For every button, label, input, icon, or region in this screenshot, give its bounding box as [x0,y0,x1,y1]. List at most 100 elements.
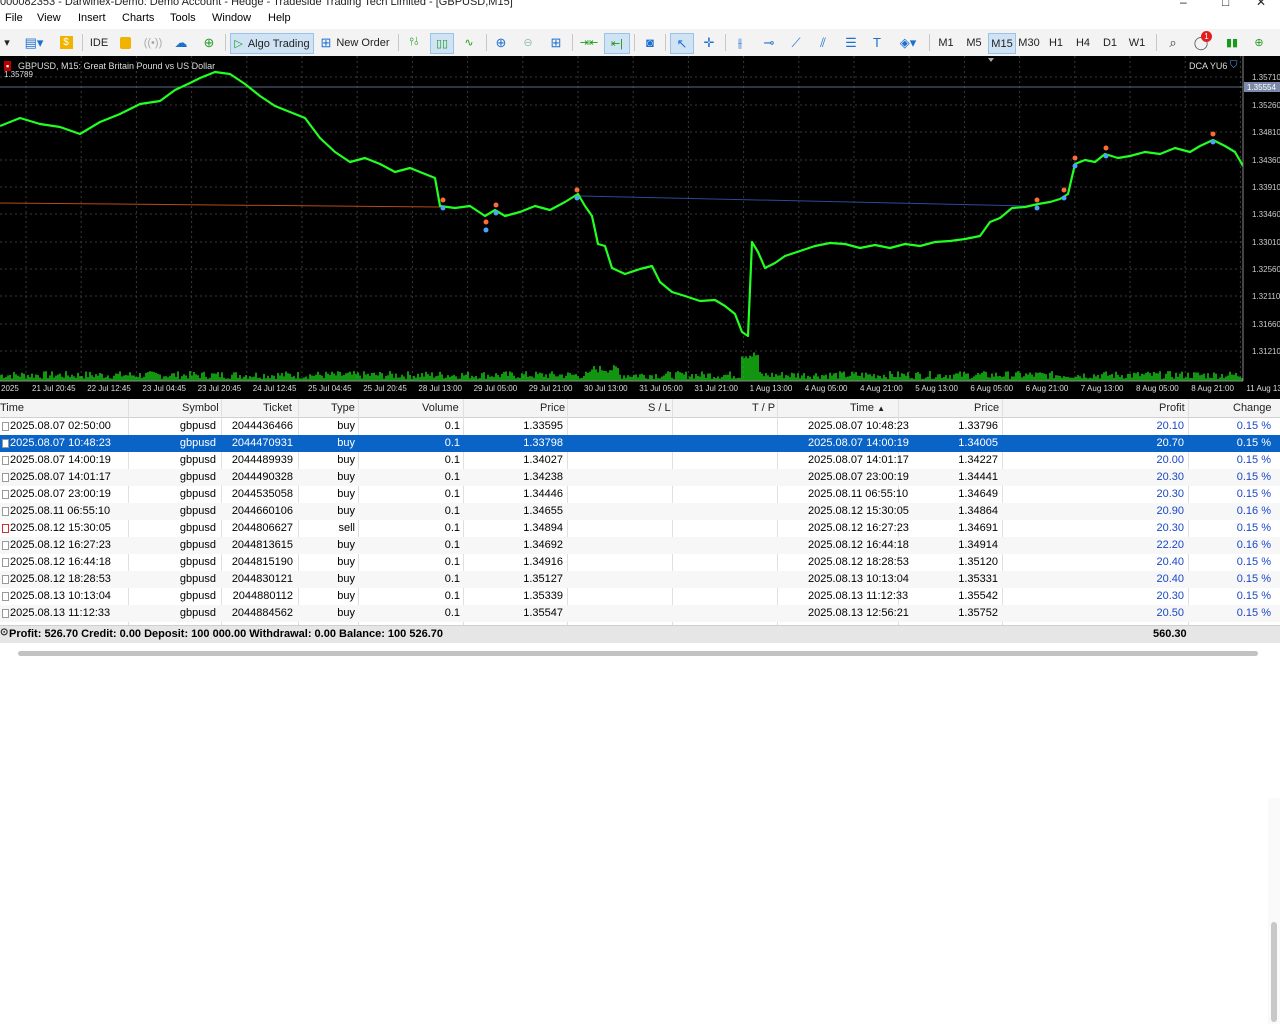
candlestick-icon[interactable]: ▯▯ [430,33,454,54]
table-row[interactable]: 2025.08.13 10:13:04 gbpusd 2044880112 buy 0.… [0,588,1280,605]
table-row[interactable]: 2025.08.11 06:55:10 gbpusd 2044660106 buy 0.… [0,503,1280,520]
col-sl[interactable]: S / L [648,402,671,414]
horizontal-scrollbar[interactable] [0,643,1280,663]
timeframe-d1[interactable]: D1 [1099,33,1121,52]
col-change[interactable]: Change [1233,402,1272,414]
signal-strength-icon[interactable]: ▮▮ [1222,33,1242,52]
col-profit[interactable]: Profit [1159,402,1185,414]
cell-profit: 20.70 [1156,437,1184,449]
col-volume[interactable]: Volume [422,402,459,414]
new-order-button[interactable]: ⊞ New Order [318,33,392,52]
cloud-icon[interactable]: ☁ [170,33,192,52]
chart-template-icon[interactable]: ▤▾ [20,33,48,52]
table-row[interactable]: 2025.08.12 16:44:18 gbpusd 2044815190 buy 0.… [0,554,1280,571]
menu-charts[interactable]: Charts [122,12,154,24]
summary-arrow-icon: ⊙ [0,627,9,638]
table-row[interactable]: 2025.08.07 14:01:17 gbpusd 2044490328 buy 0.… [0,469,1280,486]
col-symbol[interactable]: Symbol [182,402,219,414]
ide-button[interactable]: IDE [88,33,110,52]
deal-icon [2,456,9,465]
cursor-icon[interactable]: ↖ [670,33,694,54]
col-type[interactable]: Type [331,402,355,414]
crosshair-icon[interactable]: ✛ [698,33,720,52]
cell-close-time: 2025.08.13 11:12:33 [808,590,909,602]
col-open-time[interactable]: Time [0,402,24,414]
cell-profit: 20.30 [1156,522,1184,534]
menu-insert[interactable]: Insert [78,12,106,24]
table-row[interactable]: 2025.08.07 02:50:00 gbpusd 2044436466 buy 0.… [0,418,1280,435]
search-icon[interactable]: ⌕ [1163,33,1183,52]
timeframe-m15[interactable]: M15 [988,33,1016,54]
col-close-time[interactable]: Time ▲ [850,402,885,414]
channel-icon[interactable]: ⫽ [812,33,834,52]
horizontal-line-icon[interactable]: ⊸ [758,33,780,52]
zoom-out-icon[interactable]: ⊖ [518,33,538,52]
menu-help[interactable]: Help [268,12,291,24]
menu-file[interactable]: File [5,12,23,24]
tile-windows-icon[interactable]: ⊞ [546,33,566,52]
horizontal-scroll-thumb[interactable] [18,651,1258,656]
bar-chart-icon[interactable]: ⫯⫰ [404,33,424,52]
vertical-line-icon[interactable]: ⫲ [730,33,750,52]
cell-symbol: gbpusd [179,488,216,500]
cell-type: buy [337,590,355,602]
timeframe-m5[interactable]: M5 [962,33,986,52]
line-chart-icon[interactable]: ∿ [458,33,480,52]
col-tp[interactable]: T / P [752,402,775,414]
signal-icon[interactable]: ((•)) [143,33,163,52]
table-row[interactable]: 2025.08.12 15:30:05 gbpusd 2044806627 sell 0… [0,520,1280,537]
vps-icon[interactable]: ⊕ [198,33,220,52]
minimize-icon[interactable]: – [1180,0,1187,9]
table-row[interactable]: 2025.08.12 16:27:23 gbpusd 2044813615 buy 0.… [0,537,1280,554]
table-row[interactable]: 2025.08.13 11:12:33 gbpusd 2044884562 buy 0.… [0,605,1280,622]
chart-symbol-info: GBPUSD, M15: Great Britain Pound vs US D… [18,61,216,71]
fibonacci-icon[interactable]: ☰ [840,33,862,52]
text-tool-icon[interactable]: T [867,33,887,52]
table-row[interactable]: 2025.08.07 10:48:23 gbpusd 2044470931 buy 0.… [0,435,1280,452]
screenshot-icon[interactable]: ◙ [640,33,660,52]
vertical-scrollbar[interactable] [1268,798,1280,1024]
col-close-price[interactable]: Price [974,402,999,414]
chart-canvas: 1.35710 1.35260 1.34810 1.34360 1.33910 1.334… [0,56,1280,399]
menu-window[interactable]: Window [212,12,251,24]
table-row[interactable]: 2025.08.07 23:00:19 gbpusd 2044535058 buy 0.… [0,486,1280,503]
col-ticket[interactable]: Ticket [263,402,292,414]
menu-view[interactable]: View [37,12,61,24]
price-chart[interactable]: 1.35710 1.35260 1.34810 1.34360 1.33910 1.334… [0,56,1280,399]
market-icon[interactable]: $ [56,33,76,52]
autoscroll-icon[interactable]: ⇥⇤ [577,33,601,52]
chart-shift-icon[interactable]: ⇤| [604,33,630,54]
shift-marker-icon [988,58,994,62]
deal-icon [2,439,9,448]
zoom-in-icon[interactable]: ⊕ [491,33,511,52]
timeframe-h1[interactable]: H1 [1045,33,1067,52]
vertical-scroll-thumb[interactable] [1271,922,1277,1022]
cell-symbol: gbpusd [179,607,216,619]
trendline-icon[interactable]: ⟋ [785,33,807,52]
maximize-icon[interactable]: □ [1222,0,1229,9]
time-axis-label: 1 Aug 13:00 [750,384,793,393]
cell-open-time: 2025.08.12 16:27:23 [10,539,111,551]
notifications-icon[interactable]: ◯ 1 [1188,31,1214,52]
trade-marker-open [1210,131,1216,137]
col-open-price[interactable]: Price [540,402,565,414]
table-row[interactable]: 2025.08.07 14:00:19 gbpusd 2044489939 buy 0.… [0,452,1280,469]
timeframe-m1[interactable]: M1 [934,33,958,52]
trade-marker-close [1103,153,1109,159]
menu-tools[interactable]: Tools [170,12,196,24]
new-chart-dropdown-icon[interactable]: ▾ [0,33,14,52]
timeframe-w1[interactable]: W1 [1126,33,1148,52]
lock-icon[interactable] [115,33,135,52]
timeframe-m30[interactable]: M30 [1016,33,1042,52]
close-icon[interactable]: ✕ [1256,0,1266,9]
time-axis-label: 8 Aug 21:00 [1191,384,1234,393]
average-line [0,202,441,208]
table-row[interactable]: 2025.08.12 18:28:53 gbpusd 2044830121 buy 0.… [0,571,1280,588]
trade-marker-open [483,219,489,225]
cell-ticket: 2044535058 [231,488,293,500]
timeframe-h4[interactable]: H4 [1072,33,1094,52]
cell-profit: 22.20 [1156,539,1184,551]
account-icon[interactable]: ⊕ [1247,33,1271,52]
shapes-dropdown-icon[interactable]: ◈▾ [893,33,923,52]
algo-trading-button[interactable]: ▷ Algo Trading [230,33,314,54]
